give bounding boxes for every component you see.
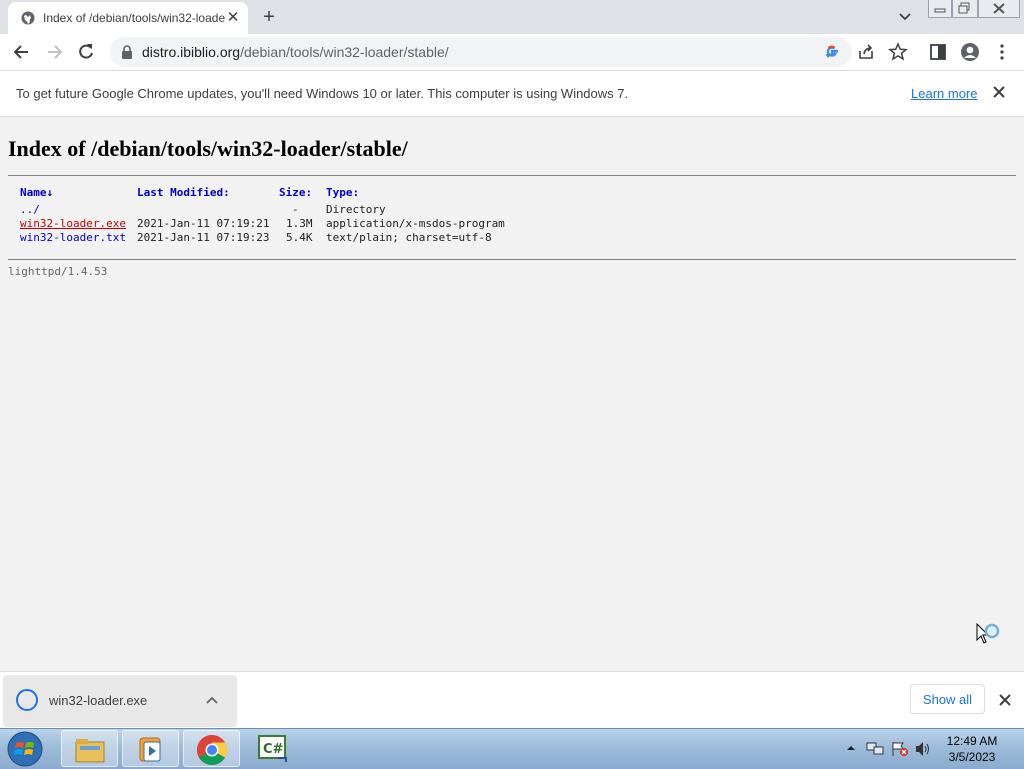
- close-icon: [993, 3, 1005, 14]
- sort-by-modified-link[interactable]: Last Modified:: [137, 186, 230, 199]
- globe-icon: [21, 11, 35, 25]
- sort-by-type-link[interactable]: Type:: [326, 186, 359, 199]
- restore-button[interactable]: [952, 0, 978, 18]
- table-row: win32-loader.txt: [20, 231, 126, 245]
- show-hidden-icons-icon[interactable]: [845, 743, 857, 753]
- download-progress-ring-icon: [16, 689, 38, 711]
- action-center-flag-icon[interactable]: [891, 741, 909, 757]
- column-header-type[interactable]: Type:: [326, 186, 359, 200]
- chrome-icon: [196, 735, 228, 766]
- clock-date: 3/5/2023: [948, 750, 996, 764]
- divider: [8, 259, 1016, 260]
- side-panel-icon[interactable]: [928, 42, 948, 62]
- back-arrow-icon[interactable]: [12, 42, 32, 62]
- learn-more-link[interactable]: Learn more: [911, 86, 977, 101]
- lock-icon[interactable]: [121, 45, 133, 59]
- tab-title: Index of /debian/tools/win32-loader/stab…: [43, 11, 225, 25]
- system-clock[interactable]: 12:49 AM 3/5/2023: [940, 733, 1004, 765]
- url-path: /debian/tools/win32-loader/stable/: [240, 44, 449, 60]
- forward-arrow-icon[interactable]: [44, 42, 64, 62]
- taskbar-media-player-button[interactable]: [122, 730, 179, 767]
- menu-kebab-icon[interactable]: [992, 42, 1012, 62]
- modified-cell: 2021-Jan-11 07:19:23: [137, 231, 270, 244]
- google-lens-icon[interactable]: [824, 44, 840, 60]
- sort-by-name-link[interactable]: Name↓: [20, 186, 53, 199]
- file-link[interactable]: ../: [20, 203, 40, 216]
- size-cell: -: [292, 203, 299, 216]
- column-header-size[interactable]: Size:: [279, 186, 312, 200]
- taskbar-explorer-button[interactable]: [61, 730, 118, 767]
- download-filename: win32-loader.exe: [49, 693, 148, 708]
- download-shelf: win32-loader.exe Show all: [0, 671, 1024, 729]
- show-all-button[interactable]: Show all: [910, 684, 985, 714]
- url-host: distro.ibiblio.org: [142, 44, 241, 60]
- media-player-icon: [139, 737, 161, 762]
- windows-taskbar: C# 12:49 AM 3/5/2023: [0, 728, 1024, 769]
- tab-search-chevron-icon[interactable]: [896, 9, 914, 25]
- table-row: win32-loader.exe: [20, 217, 126, 231]
- reload-icon[interactable]: [76, 42, 96, 62]
- folder-icon: [75, 739, 105, 763]
- csharp-icon: C#: [258, 735, 287, 762]
- modified-cell: 2021-Jan-11 07:19:21: [137, 217, 270, 230]
- share-icon[interactable]: [856, 42, 876, 62]
- file-link[interactable]: win32-loader.exe: [20, 217, 126, 230]
- close-shelf-icon[interactable]: [998, 693, 1012, 707]
- type-cell: application/x-msdos-program: [326, 217, 505, 230]
- restore-icon: [958, 2, 970, 14]
- taskbar-chrome-button[interactable]: [183, 730, 240, 767]
- busy-cursor-icon: [976, 623, 1000, 644]
- url-text: distro.ibiblio.org/debian/tools/win32-lo…: [142, 44, 449, 60]
- new-tab-icon[interactable]: +: [258, 6, 280, 28]
- update-infobar: To get future Google Chrome updates, you…: [0, 71, 1024, 117]
- window-close-button[interactable]: [978, 0, 1020, 18]
- size-cell: 5.4K: [286, 231, 313, 244]
- divider: [8, 175, 1016, 176]
- tab-strip: Index of /debian/tools/win32-loader/stab…: [0, 0, 1024, 34]
- taskbar-csharp-button[interactable]: C#: [244, 730, 301, 767]
- browser-toolbar: distro.ibiblio.org/debian/tools/win32-lo…: [0, 34, 1024, 71]
- column-header-name[interactable]: Name↓: [20, 186, 53, 200]
- network-icon[interactable]: [866, 741, 884, 757]
- minimize-icon: [934, 8, 946, 13]
- chevron-up-icon[interactable]: [205, 694, 219, 706]
- tab-close-icon[interactable]: ✕: [224, 9, 242, 27]
- type-cell: text/plain; charset=utf-8: [326, 231, 492, 244]
- column-header-modified[interactable]: Last Modified:: [137, 186, 230, 200]
- type-cell: Directory: [326, 203, 386, 216]
- volume-icon[interactable]: [914, 741, 932, 757]
- infobar-close-icon[interactable]: [991, 84, 1007, 100]
- start-button-windows-icon[interactable]: [5, 731, 45, 767]
- page-title: Index of /debian/tools/win32-loader/stab…: [8, 136, 408, 161]
- sort-by-size-link[interactable]: Size:: [279, 186, 312, 199]
- profile-avatar-icon[interactable]: [960, 42, 980, 62]
- download-item[interactable]: win32-loader.exe: [3, 675, 237, 727]
- infobar-message: To get future Google Chrome updates, you…: [16, 86, 629, 101]
- size-cell: 1.3M: [286, 217, 313, 230]
- address-bar[interactable]: distro.ibiblio.org/debian/tools/win32-lo…: [110, 37, 852, 67]
- tab-active[interactable]: Index of /debian/tools/win32-loader/stab…: [8, 2, 248, 34]
- clock-time: 12:49 AM: [946, 734, 998, 748]
- file-link[interactable]: win32-loader.txt: [20, 231, 126, 244]
- bookmark-star-icon[interactable]: [888, 42, 908, 62]
- svg-text:C#: C#: [263, 742, 284, 757]
- minimize-button[interactable]: [928, 0, 952, 18]
- page-content: Index of /debian/tools/win32-loader/stab…: [0, 117, 1024, 671]
- table-row: ../: [20, 203, 40, 217]
- server-signature: lighttpd/1.4.53: [8, 265, 108, 278]
